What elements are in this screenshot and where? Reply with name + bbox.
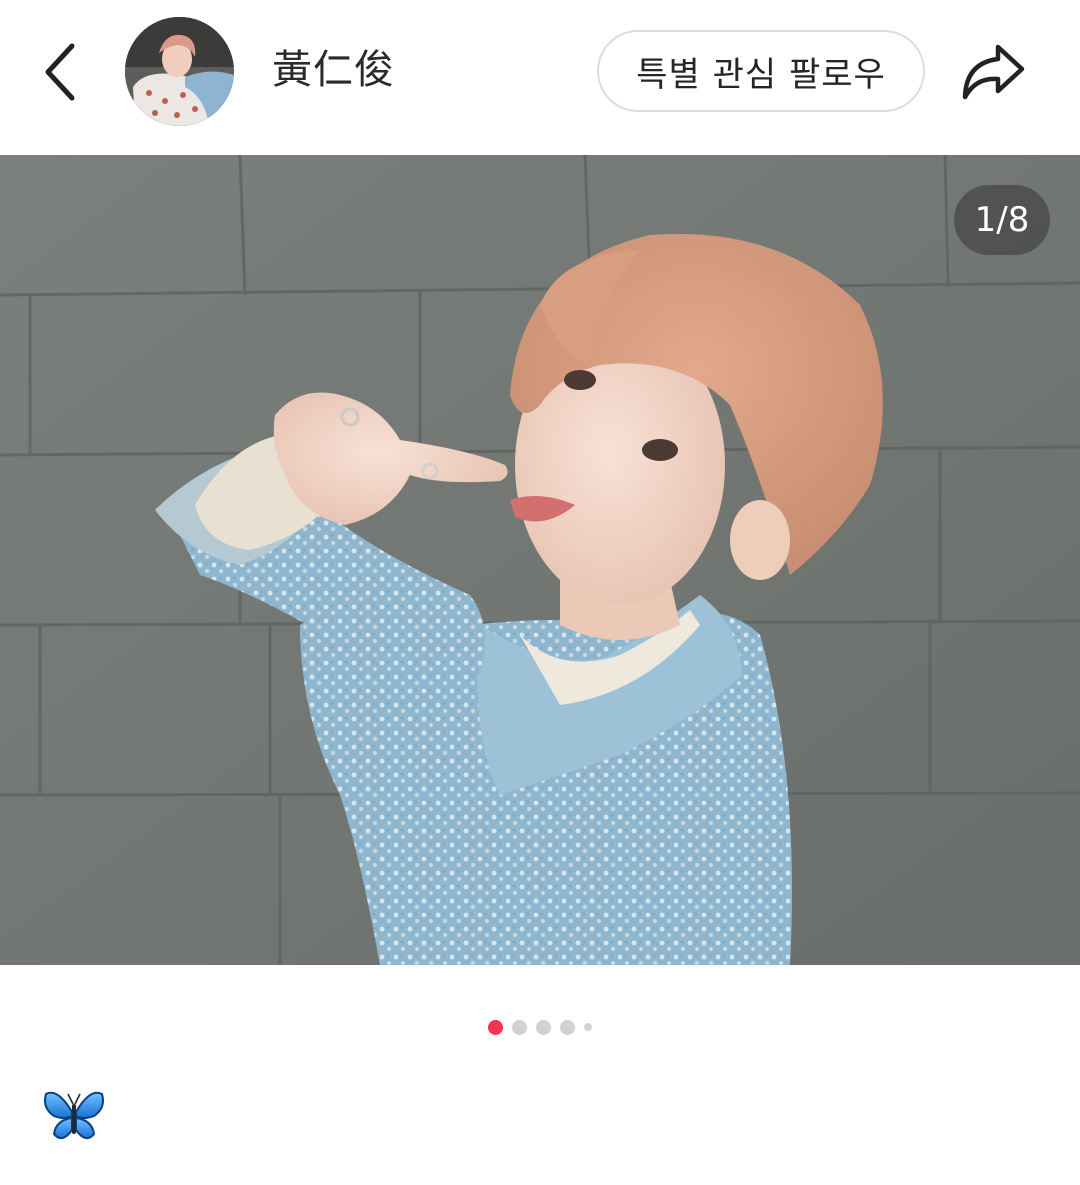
- post-photo[interactable]: 1/8: [0, 155, 1080, 965]
- share-arrow-icon: [962, 44, 1025, 100]
- post-caption: [42, 1086, 112, 1150]
- photo-counter: 1/8: [954, 185, 1050, 255]
- username[interactable]: 黃仁俊: [272, 44, 395, 96]
- pagination-dot[interactable]: [512, 1019, 527, 1035]
- chevron-left-icon: [45, 43, 75, 101]
- avatar-image: [125, 17, 234, 126]
- butterfly-icon: [44, 1091, 104, 1140]
- pagination-dot[interactable]: [584, 1023, 592, 1031]
- photo-image: [0, 155, 1080, 965]
- photo-pagination: [0, 1017, 1080, 1037]
- pagination-dot[interactable]: [536, 1019, 551, 1035]
- pagination-dot[interactable]: [560, 1019, 575, 1035]
- post-header: 黃仁俊 특별 관심 팔로우: [0, 0, 1080, 155]
- avatar[interactable]: [125, 17, 234, 126]
- pagination-dot[interactable]: [488, 1019, 503, 1035]
- back-button[interactable]: [30, 40, 90, 104]
- share-button[interactable]: [955, 38, 1031, 106]
- special-follow-button[interactable]: 특별 관심 팔로우: [597, 30, 925, 112]
